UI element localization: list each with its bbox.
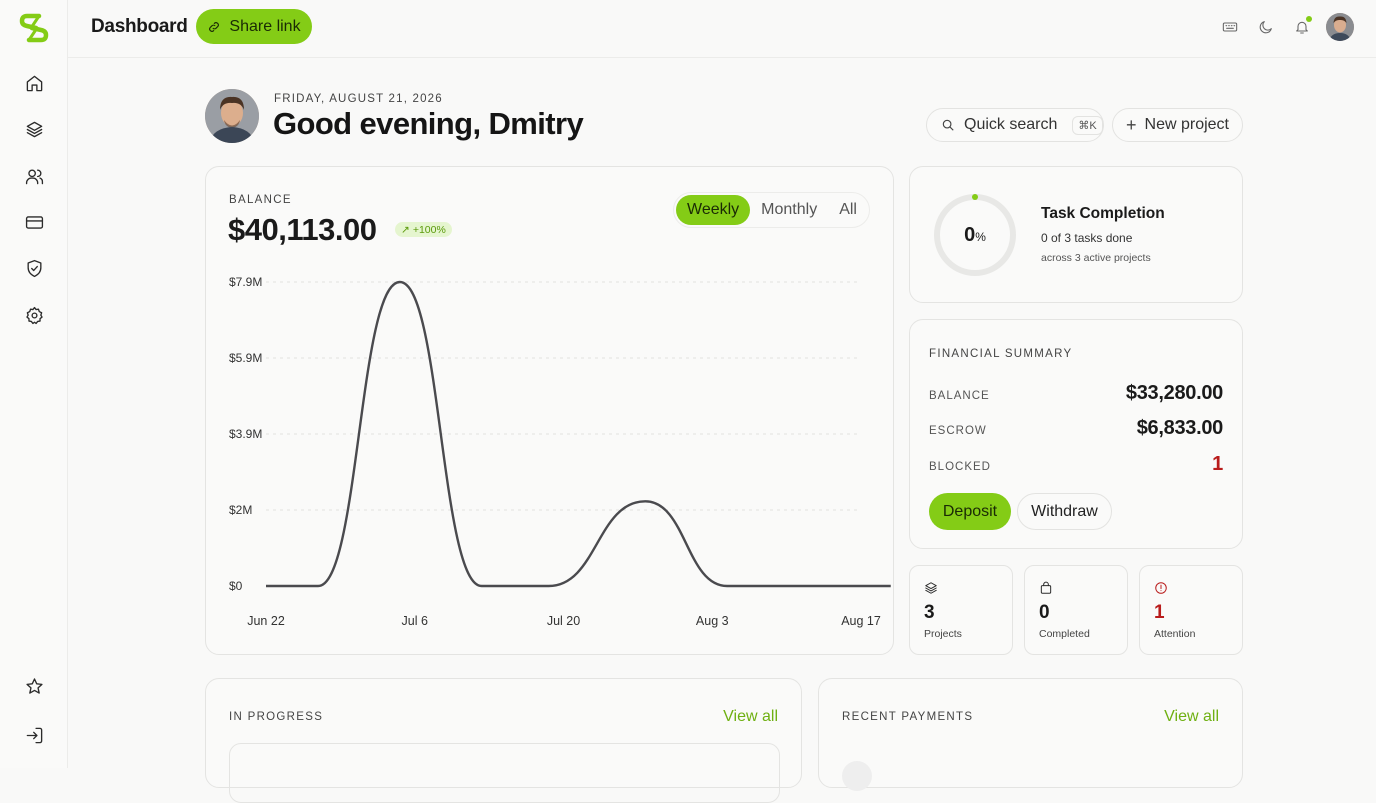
top-bar: Dashboard Share link <box>68 0 1376 58</box>
stat-value: 1 <box>1154 602 1165 623</box>
fin-balance-value: $33,280.00 <box>1125 382 1223 404</box>
greeting-heading: Good evening, Dmitry <box>273 106 584 141</box>
notifications-button[interactable] <box>1291 16 1313 38</box>
stat-value: 3 <box>924 602 935 623</box>
period-switch: Weekly Monthly All <box>673 192 870 228</box>
balance-value: $40,113.00 <box>228 212 377 247</box>
fin-balance-label: BALANCE <box>929 390 990 402</box>
sidebar <box>0 0 68 768</box>
sidebar-item-home[interactable] <box>22 71 46 95</box>
financial-summary-title: FINANCIAL SUMMARY <box>929 348 1073 360</box>
plus-icon: + <box>1126 115 1137 135</box>
sidebar-item-layers[interactable] <box>22 117 46 141</box>
balance-label: BALANCE <box>229 194 292 206</box>
logo-icon[interactable] <box>19 13 49 43</box>
x-tick-label: Aug 17 <box>841 614 881 628</box>
task-detail: across 3 active projects <box>1041 252 1151 264</box>
task-completion-card: 0% Task Completion 0 of 3 tasks done acr… <box>909 166 1243 303</box>
current-date: FRIDAY, AUGUST 21, 2026 <box>274 93 443 105</box>
balance-card: BALANCE $40,113.00 ↗ +100% Weekly Monthl… <box>205 166 894 655</box>
sidebar-item-settings[interactable] <box>22 303 46 327</box>
home-icon <box>26 75 42 91</box>
stat-completed[interactable]: 0 Completed <box>1024 565 1128 655</box>
sidebar-item-security[interactable] <box>22 256 46 280</box>
keyboard-button[interactable] <box>1219 16 1241 38</box>
stat-label: Completed <box>1039 628 1090 640</box>
change-badge: ↗ +100% <box>395 222 452 237</box>
recent-payments-view-all-link[interactable]: View all <box>1164 708 1219 726</box>
fin-escrow-value: $6,833.00 <box>1136 417 1224 439</box>
link-icon <box>209 21 220 32</box>
series-line <box>266 280 891 588</box>
layers-icon <box>26 121 42 137</box>
financial-summary-card: FINANCIAL SUMMARY BALANCE $33,280.00 ESC… <box>909 319 1243 549</box>
task-subtitle: 0 of 3 tasks done <box>1041 231 1133 245</box>
bag-icon <box>1039 581 1053 595</box>
moon-icon <box>1259 21 1272 34</box>
sidebar-item-billing[interactable] <box>22 210 46 234</box>
project-item[interactable] <box>229 743 780 803</box>
fin-blocked-label: BLOCKED <box>929 461 991 473</box>
new-project-label: New project <box>1144 116 1229 133</box>
x-tick-label: Jun 22 <box>247 614 285 628</box>
layers-icon <box>924 581 938 595</box>
withdraw-button[interactable]: Withdraw <box>1017 493 1112 530</box>
star-icon <box>25 677 43 694</box>
y-tick-label: $0 <box>229 579 243 593</box>
x-tick-label: Jul 6 <box>402 614 428 628</box>
change-value: +100% <box>412 223 446 236</box>
payment-avatar <box>842 761 872 791</box>
keyboard-icon <box>1222 22 1238 32</box>
stat-label: Projects <box>924 628 962 640</box>
fin-blocked-value: 1 <box>1212 453 1223 475</box>
gear-icon <box>25 306 43 324</box>
x-tick-label: Jul 20 <box>547 614 580 628</box>
period-monthly[interactable]: Monthly <box>750 195 828 225</box>
sidebar-item-users[interactable] <box>22 164 46 188</box>
x-tick-label: Aug 3 <box>696 614 729 628</box>
page-title: Dashboard <box>91 16 188 37</box>
deposit-button[interactable]: Deposit <box>929 493 1011 530</box>
theme-toggle-button[interactable] <box>1255 16 1277 38</box>
shield-check-icon <box>26 259 42 277</box>
shortcut-hint: ⌘K <box>1072 115 1103 135</box>
y-tick-label: $3.9M <box>229 427 262 441</box>
task-title: Task Completion <box>1041 205 1165 222</box>
balance-chart: $0 $2M $3.9M $5.9M $7.9M Jun 22 Jul 6 Jul 20 Aug… <box>229 275 891 628</box>
stat-projects[interactable]: 3 Projects <box>909 565 1013 655</box>
stat-attention[interactable]: 1 Attention <box>1139 565 1243 655</box>
percent-value: 0 <box>964 223 976 246</box>
y-tick-label: $7.9M <box>229 275 262 289</box>
y-tick-label: $2M <box>229 503 252 517</box>
quick-search-label: Quick search <box>964 116 1058 133</box>
alert-circle-icon <box>1154 581 1168 595</box>
fin-escrow-label: ESCROW <box>929 425 987 437</box>
notification-dot <box>1306 16 1312 22</box>
stat-value: 0 <box>1039 602 1050 623</box>
users-icon <box>25 168 43 184</box>
trend-up-icon: ↗ <box>401 223 410 236</box>
y-tick-label: $5.9M <box>229 351 262 365</box>
in-progress-title: IN PROGRESS <box>229 711 324 723</box>
sidebar-item-favorites[interactable] <box>22 674 46 698</box>
period-weekly[interactable]: Weekly <box>676 195 751 225</box>
share-link-button[interactable]: Share link <box>196 9 312 44</box>
credit-card-icon <box>25 215 43 229</box>
progress-percent: 0% <box>932 192 1018 278</box>
share-link-label: Share link <box>229 17 301 35</box>
in-progress-card: IN PROGRESS View all <box>205 678 802 803</box>
logout-icon <box>26 727 42 743</box>
new-project-button[interactable]: + New project <box>1112 108 1243 142</box>
recent-payments-card: RECENT PAYMENTS View all <box>818 678 1243 791</box>
quick-search-button[interactable]: Quick search ⌘K <box>926 108 1104 142</box>
percent-unit: % <box>975 229 986 244</box>
search-icon <box>942 119 954 131</box>
stat-label: Attention <box>1154 628 1196 640</box>
period-all[interactable]: All <box>828 195 868 225</box>
sidebar-item-logout[interactable] <box>22 723 46 747</box>
in-progress-view-all-link[interactable]: View all <box>723 708 778 726</box>
user-avatar <box>205 89 259 143</box>
avatar[interactable] <box>1326 13 1354 41</box>
recent-payments-title: RECENT PAYMENTS <box>842 711 974 723</box>
